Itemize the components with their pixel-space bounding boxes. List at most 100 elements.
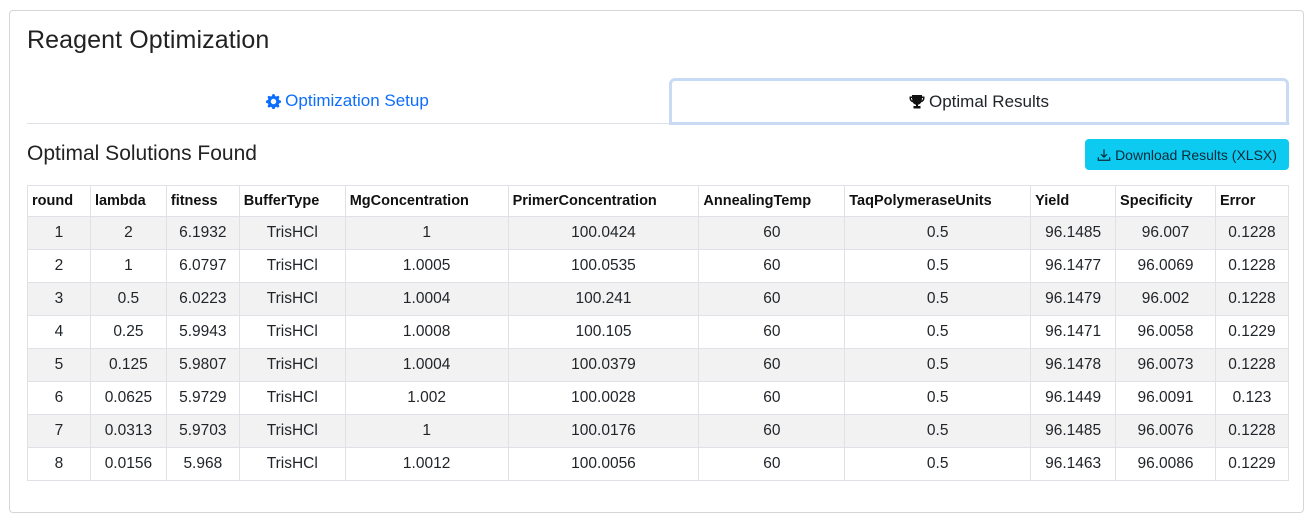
column-header-round: round [27, 185, 91, 217]
table-cell-error: 0.1228 [1214, 282, 1290, 316]
table-cell-yield: 96.1478 [1030, 348, 1117, 382]
column-header-specificity: Specificity [1115, 185, 1216, 217]
table-cell-specificity: 96.0058 [1115, 315, 1216, 349]
tab-optimization-setup[interactable]: Optimization Setup [27, 78, 668, 124]
download-button-label: Download Results (XLSX) [1115, 146, 1277, 163]
table-cell-yield: 96.1477 [1030, 249, 1117, 283]
table-cell-yield: 96.1485 [1030, 414, 1117, 448]
table-cell-error: 0.1228 [1214, 216, 1290, 250]
table-row: 1 2 6.1932 TrisHCl 1 100.0424 60 0.5 96.1485 96.0… [27, 216, 1290, 250]
table-cell-specificity: 96.0091 [1115, 381, 1216, 415]
table-cell-primerconcentration: 100.0424 [507, 216, 700, 250]
table-cell-round: 8 [27, 447, 91, 481]
table-cell-lambda: 0.0156 [89, 447, 167, 481]
table-cell-taqpolymeraseunits: 0.5 [844, 315, 1032, 349]
table-header-row: round lambda fitness BufferType MgConcentrat… [27, 185, 1290, 217]
table-cell-primerconcentration: 100.0056 [507, 447, 700, 481]
table-cell-fitness: 6.1932 [165, 216, 240, 250]
table-cell-mgconcentration: 1.0005 [344, 249, 509, 283]
table-cell-fitness: 5.9807 [165, 348, 240, 382]
table-cell-specificity: 96.0076 [1115, 414, 1216, 448]
table-cell-taqpolymeraseunits: 0.5 [844, 249, 1032, 283]
table-cell-error: 0.1228 [1214, 348, 1290, 382]
column-header-mgconcentration: MgConcentration [344, 185, 509, 217]
table-cell-fitness: 5.968 [165, 447, 240, 481]
column-header-yield: Yield [1030, 185, 1117, 217]
table-cell-annealingtemp: 60 [698, 249, 846, 283]
table-cell-specificity: 96.0069 [1115, 249, 1216, 283]
table-cell-round: 6 [27, 381, 91, 415]
table-cell-annealingtemp: 60 [698, 348, 846, 382]
table-cell-lambda: 0.125 [89, 348, 167, 382]
table-cell-specificity: 96.007 [1115, 216, 1216, 250]
table-cell-primerconcentration: 100.105 [507, 315, 700, 349]
table-cell-mgconcentration: 1.0004 [344, 348, 509, 382]
table-cell-lambda: 1 [89, 249, 167, 283]
table-cell-mgconcentration: 1.0012 [344, 447, 509, 481]
table-cell-error: 0.1229 [1214, 315, 1290, 349]
results-table: round lambda fitness BufferType MgConcentrat… [27, 185, 1290, 481]
table-cell-yield: 96.1471 [1030, 315, 1117, 349]
table-cell-taqpolymeraseunits: 0.5 [844, 348, 1032, 382]
table-cell-mgconcentration: 1.0004 [344, 282, 509, 316]
table-row: 4 0.25 5.9943 TrisHCl 1.0008 100.105 60 0.5 96.1… [27, 315, 1290, 349]
table-cell-lambda: 0.0625 [89, 381, 167, 415]
table-cell-taqpolymeraseunits: 0.5 [844, 282, 1032, 316]
tab-label: Optimization Setup [285, 91, 429, 110]
table-cell-error: 0.123 [1214, 381, 1290, 415]
table-cell-taqpolymeraseunits: 0.5 [844, 447, 1032, 481]
table-cell-yield: 96.1485 [1030, 216, 1117, 250]
column-header-error: Error [1214, 185, 1290, 217]
table-cell-primerconcentration: 100.0379 [507, 348, 700, 382]
table-cell-annealingtemp: 60 [698, 414, 846, 448]
table-cell-buffertype: TrisHCl [238, 282, 346, 316]
column-header-buffertype: BufferType [238, 185, 346, 217]
table-cell-buffertype: TrisHCl [238, 447, 346, 481]
tab-bar: Optimization Setup Optimal Results [27, 78, 1290, 125]
table-cell-error: 0.1228 [1214, 249, 1290, 283]
table-cell-round: 3 [27, 282, 91, 316]
page-title: Reagent Optimization [27, 26, 270, 54]
table-cell-annealingtemp: 60 [698, 216, 846, 250]
table-cell-buffertype: TrisHCl [238, 414, 346, 448]
column-header-taqpolymeraseunits: TaqPolymeraseUnits [844, 185, 1032, 217]
download-icon [1097, 148, 1111, 162]
table-row: 8 0.0156 5.968 TrisHCl 1.0012 100.0056 60 0.5 96… [27, 447, 1290, 481]
table-cell-taqpolymeraseunits: 0.5 [844, 381, 1032, 415]
table-cell-buffertype: TrisHCl [238, 216, 346, 250]
column-header-lambda: lambda [89, 185, 167, 217]
table-row: 5 0.125 5.9807 TrisHCl 1.0004 100.0379 60 0.5 96… [27, 348, 1290, 382]
table-cell-annealingtemp: 60 [698, 447, 846, 481]
table-cell-yield: 96.1449 [1030, 381, 1117, 415]
table-cell-round: 2 [27, 249, 91, 283]
table-cell-specificity: 96.0086 [1115, 447, 1216, 481]
table-row: 3 0.5 6.0223 TrisHCl 1.0004 100.241 60 0.5 96.14… [27, 282, 1290, 316]
tab-optimal-results[interactable]: Optimal Results [669, 78, 1289, 125]
table-cell-buffertype: TrisHCl [238, 381, 346, 415]
table-cell-annealingtemp: 60 [698, 315, 846, 349]
table-cell-error: 0.1228 [1214, 414, 1290, 448]
table-cell-lambda: 0.0313 [89, 414, 167, 448]
table-cell-round: 1 [27, 216, 91, 250]
download-results-button[interactable]: Download Results (XLSX) [1085, 139, 1289, 170]
table-cell-mgconcentration: 1.002 [344, 381, 509, 415]
table-cell-round: 7 [27, 414, 91, 448]
table-row: 6 0.0625 5.9729 TrisHCl 1.002 100.0028 60 0.5 96… [27, 381, 1290, 415]
table-cell-fitness: 5.9703 [165, 414, 240, 448]
table-cell-buffertype: TrisHCl [238, 249, 346, 283]
table-cell-specificity: 96.0073 [1115, 348, 1216, 382]
table-cell-lambda: 0.5 [89, 282, 167, 316]
table-cell-buffertype: TrisHCl [238, 315, 346, 349]
table-cell-fitness: 5.9943 [165, 315, 240, 349]
gear-icon [266, 93, 282, 109]
table-cell-annealingtemp: 60 [698, 381, 846, 415]
column-header-annealingtemp: AnnealingTemp [698, 185, 846, 217]
trophy-icon [909, 94, 925, 110]
table-cell-yield: 96.1479 [1030, 282, 1117, 316]
table-cell-mgconcentration: 1 [344, 414, 509, 448]
table-cell-buffertype: TrisHCl [238, 348, 346, 382]
table-cell-primerconcentration: 100.0535 [507, 249, 700, 283]
table-cell-yield: 96.1463 [1030, 447, 1117, 481]
results-card: Reagent Optimization Optimization Setup … [9, 10, 1304, 513]
table-cell-taqpolymeraseunits: 0.5 [844, 414, 1032, 448]
